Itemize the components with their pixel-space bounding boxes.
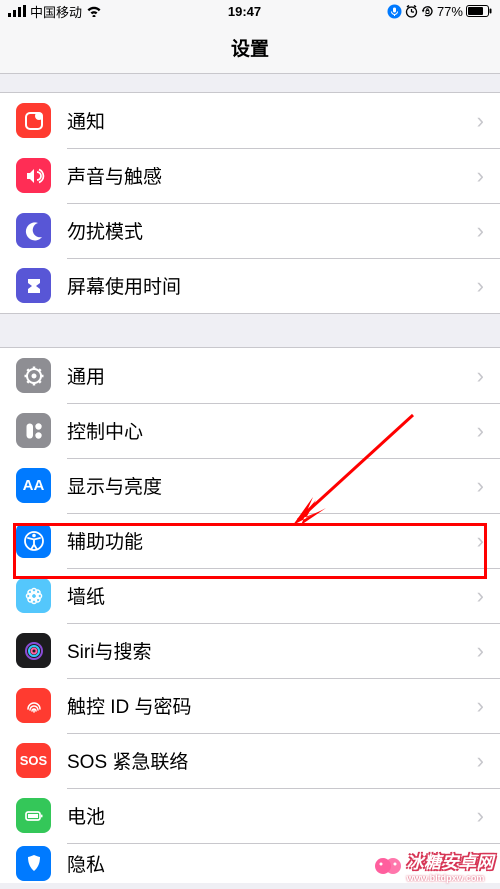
- row-wallpaper[interactable]: 墙纸 ›: [0, 568, 500, 623]
- screentime-icon: [16, 268, 51, 303]
- row-label: 通用: [67, 362, 477, 389]
- touchid-icon: [16, 688, 51, 723]
- row-label: 屏幕使用时间: [67, 272, 477, 299]
- chevron-right-icon: ›: [477, 108, 484, 134]
- row-accessibility[interactable]: 辅助功能 ›: [0, 513, 500, 568]
- row-label: 电池: [67, 802, 477, 829]
- settings-group-1: 通知 › 声音与触感 › 勿扰模式 › 屏幕使用时间 ›: [0, 92, 500, 314]
- sounds-icon: [16, 158, 51, 193]
- row-label: 声音与触感: [67, 162, 477, 189]
- battery-icon: [466, 5, 492, 17]
- notifications-icon: [16, 103, 51, 138]
- settings-group-2: 通用 › 控制中心 › AA 显示与亮度 › 辅助功能 › 墙纸 › Siri与…: [0, 347, 500, 883]
- siri-icon: [16, 633, 51, 668]
- chevron-right-icon: ›: [477, 418, 484, 444]
- status-time: 19:47: [228, 4, 261, 19]
- row-control-center[interactable]: 控制中心 ›: [0, 403, 500, 458]
- row-notifications[interactable]: 通知 ›: [0, 93, 500, 148]
- watermark: 冰糖安卓网 www.bltdpxw.com: [374, 848, 495, 883]
- row-label: 通知: [67, 107, 477, 134]
- row-display[interactable]: AA 显示与亮度 ›: [0, 458, 500, 513]
- chevron-right-icon: ›: [477, 473, 484, 499]
- row-label: 辅助功能: [67, 527, 477, 554]
- chevron-right-icon: ›: [477, 803, 484, 829]
- watermark-text: 冰糖安卓网: [407, 848, 495, 873]
- row-sos[interactable]: SOS SOS 紧急联络 ›: [0, 733, 500, 788]
- chevron-right-icon: ›: [477, 273, 484, 299]
- status-left: 中国移动: [8, 2, 102, 21]
- row-label: 显示与亮度: [67, 472, 477, 499]
- row-screentime[interactable]: 屏幕使用时间 ›: [0, 258, 500, 313]
- control-center-icon: [16, 413, 51, 448]
- accessibility-icon: [16, 523, 51, 558]
- row-sounds[interactable]: 声音与触感 ›: [0, 148, 500, 203]
- display-icon: AA: [16, 468, 51, 503]
- chevron-right-icon: ›: [477, 218, 484, 244]
- settings-header: 设置: [0, 22, 500, 74]
- row-battery[interactable]: 电池 ›: [0, 788, 500, 843]
- battery-row-icon: [16, 798, 51, 833]
- carrier-label: 中国移动: [30, 2, 82, 21]
- row-general[interactable]: 通用 ›: [0, 348, 500, 403]
- mic-status-icon: [387, 4, 402, 19]
- privacy-icon: [16, 846, 51, 881]
- status-right: 77%: [387, 4, 492, 19]
- row-siri[interactable]: Siri与搜索 ›: [0, 623, 500, 678]
- general-icon: [16, 358, 51, 393]
- status-bar: 中国移动 19:47 77%: [0, 0, 500, 22]
- row-dnd[interactable]: 勿扰模式 ›: [0, 203, 500, 258]
- watermark-logo-icon: [374, 854, 402, 878]
- row-label: Siri与搜索: [67, 637, 477, 664]
- chevron-right-icon: ›: [477, 163, 484, 189]
- chevron-right-icon: ›: [477, 363, 484, 389]
- watermark-url: www.bltdpxw.com: [407, 873, 495, 883]
- lock-rotation-icon: [421, 5, 434, 18]
- dnd-icon: [16, 213, 51, 248]
- wallpaper-icon: [16, 578, 51, 613]
- chevron-right-icon: ›: [477, 638, 484, 664]
- chevron-right-icon: ›: [477, 693, 484, 719]
- row-label: 勿扰模式: [67, 217, 477, 244]
- alarm-icon: [405, 5, 418, 18]
- row-label: 触控 ID 与密码: [67, 692, 477, 719]
- sos-icon: SOS: [16, 743, 51, 778]
- row-touchid[interactable]: 触控 ID 与密码 ›: [0, 678, 500, 733]
- chevron-right-icon: ›: [477, 748, 484, 774]
- row-label: SOS 紧急联络: [67, 747, 477, 774]
- chevron-right-icon: ›: [477, 583, 484, 609]
- row-label: 控制中心: [67, 417, 477, 444]
- battery-percent: 77%: [437, 4, 463, 19]
- wifi-icon: [86, 5, 102, 17]
- chevron-right-icon: ›: [477, 528, 484, 554]
- row-label: 墙纸: [67, 582, 477, 609]
- signal-icon: [8, 5, 26, 17]
- page-title: 设置: [231, 34, 269, 61]
